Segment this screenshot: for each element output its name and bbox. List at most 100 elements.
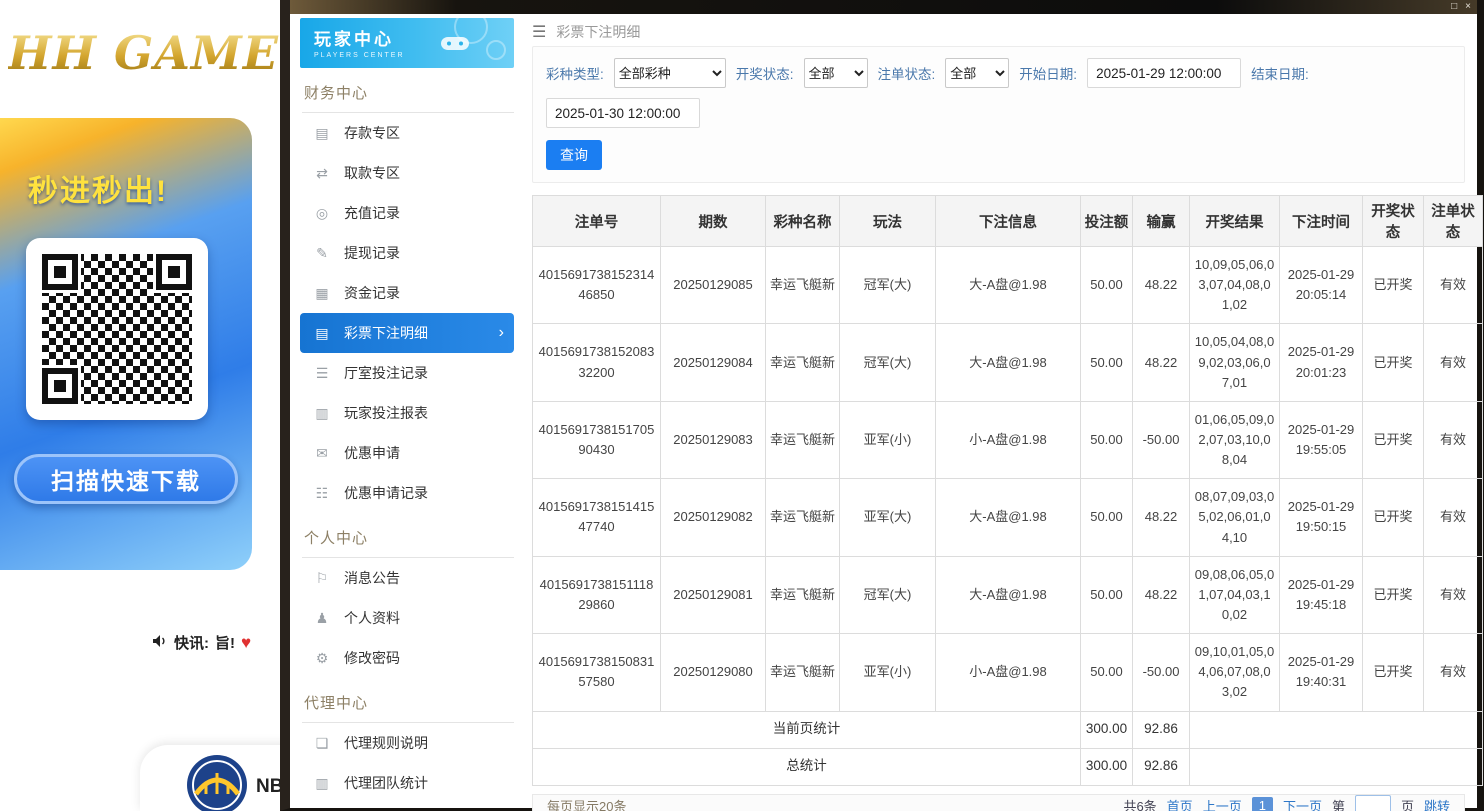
- sidebar-item-withdrawal-records[interactable]: ✎ 提现记录: [300, 233, 514, 273]
- cell-time: 2025-01-29 19:45:18: [1280, 556, 1363, 633]
- decor-ring: [486, 40, 506, 60]
- sidebar-item-profile[interactable]: ♟ 个人资料: [300, 598, 514, 638]
- cell-bet-no: 401569173815170590430: [533, 401, 661, 478]
- cell-period: 20250129085: [661, 247, 766, 324]
- heart-icon: ♥: [241, 633, 251, 653]
- jump-suffix: 页: [1401, 796, 1414, 811]
- cell-time: 2025-01-29 19:55:05: [1280, 401, 1363, 478]
- sidebar-item-change-password[interactable]: ⚙ 修改密码: [300, 638, 514, 678]
- news-ticker: 快讯: 旨! ♥: [152, 632, 251, 653]
- cell-draw-status: 已开奖: [1363, 401, 1424, 478]
- cell-bet-status: 有效: [1424, 324, 1483, 401]
- cell-bet-status: 有效: [1424, 479, 1483, 556]
- sidebar-item-label: 玩家投注报表: [344, 403, 428, 423]
- sidebar-item-label: 彩票下注明细: [344, 323, 428, 343]
- prev-page-link[interactable]: 上一页: [1203, 796, 1242, 811]
- sidebar-subtitle: PLAYERS CENTER: [314, 52, 514, 59]
- sidebar-item-recharge-records[interactable]: ◎ 充值记录: [300, 193, 514, 233]
- end-date-input[interactable]: [546, 98, 700, 128]
- sidebar-item-lottery-bet-details[interactable]: ▤ 彩票下注明细 ›: [300, 313, 514, 353]
- report-icon: ▥: [314, 405, 330, 422]
- sidebar-item-announcements[interactable]: ⚐ 消息公告: [300, 558, 514, 598]
- withdraw-icon: ⇄: [314, 165, 330, 182]
- lottery-type-select[interactable]: 全部彩种: [614, 58, 726, 88]
- chart-icon: ▥: [314, 775, 330, 792]
- sidebar-item-withdraw[interactable]: ⇄ 取款专区: [300, 153, 514, 193]
- ticker-label: 快讯:: [174, 632, 209, 653]
- start-date-input[interactable]: [1087, 58, 1241, 88]
- sidebar-item-label: 存款专区: [344, 123, 400, 143]
- sidebar-item-label: 资金记录: [344, 283, 400, 303]
- cell-time: 2025-01-29 20:01:23: [1280, 324, 1363, 401]
- sidebar-item-label: 个人资料: [344, 608, 400, 628]
- menu-icon[interactable]: ☰: [532, 22, 546, 42]
- end-date-label: 结束日期:: [1251, 63, 1309, 83]
- cell-result: 10,09,05,06,03,07,04,08,01,02: [1190, 247, 1280, 324]
- sidebar-item-promo-apply[interactable]: ✉ 优惠申请: [300, 433, 514, 473]
- summary-label: 当前页统计: [533, 711, 1081, 748]
- section-title-finance: 财务中心: [302, 82, 514, 113]
- maximize-icon[interactable]: □: [1451, 0, 1457, 14]
- cell-bet-status: 有效: [1424, 401, 1483, 478]
- cell-play: 亚军(大): [840, 479, 936, 556]
- cell-bet-no: 401569173815141547740: [533, 479, 661, 556]
- cell-bet-no: 401569173815231446850: [533, 247, 661, 324]
- sidebar-item-deposit[interactable]: ▤ 存款专区: [300, 113, 514, 153]
- col-period: 期数: [661, 196, 766, 247]
- cell-bet-no: 401569173815208332200: [533, 324, 661, 401]
- background-page: HH GAME 秒进秒出! 扫描快速下载 快讯: 旨! ♥ NB: [0, 0, 290, 811]
- sidebar-item-promo-apply-records[interactable]: ☷ 优惠申请记录: [300, 473, 514, 513]
- jump-button[interactable]: 跳转: [1424, 796, 1450, 811]
- page-jump-input[interactable]: [1355, 795, 1391, 811]
- speaker-icon: [152, 634, 168, 652]
- cell-bet-no: 401569173815111829860: [533, 556, 661, 633]
- page-header: ☰ 彩票下注明细: [532, 22, 1465, 42]
- sidebar-item-player-bet-report[interactable]: ▥ 玩家投注报表: [300, 393, 514, 433]
- hall-records-icon: ☰: [314, 365, 330, 382]
- cell-time: 2025-01-29 20:05:14: [1280, 247, 1363, 324]
- col-play: 玩法: [840, 196, 936, 247]
- players-center-window: □ × 玩家中心 PLAYERS CENTER 财务中心 ▤ 存款专区 ⇄ 取款…: [280, 0, 1484, 811]
- scan-download-button[interactable]: 扫描快速下载: [14, 454, 238, 504]
- table-row: 401569173815231446850 20250129085 幸运飞艇新 …: [533, 247, 1483, 324]
- table-row: 401569173815141547740 20250129082 幸运飞艇新 …: [533, 479, 1483, 556]
- cell-play: 亚军(小): [840, 401, 936, 478]
- col-bet-no: 注单号: [533, 196, 661, 247]
- sidebar-item-label: 提现记录: [344, 243, 400, 263]
- cell-winloss: 48.22: [1133, 324, 1190, 401]
- cell-draw-status: 已开奖: [1363, 479, 1424, 556]
- bet-status-label: 注单状态:: [878, 63, 936, 83]
- cell-time: 2025-01-29 19:40:31: [1280, 634, 1363, 711]
- search-button[interactable]: 查询: [546, 140, 602, 170]
- gear-icon: ⚙: [314, 650, 330, 667]
- close-icon[interactable]: ×: [1465, 0, 1471, 14]
- first-page-link[interactable]: 首页: [1167, 796, 1193, 811]
- summary-amount: 300.00: [1081, 748, 1133, 785]
- next-page-link[interactable]: 下一页: [1283, 796, 1322, 811]
- cell-winloss: 48.22: [1133, 556, 1190, 633]
- col-draw-status: 开奖状态: [1363, 196, 1424, 247]
- table-header-row: 注单号 期数 彩种名称 玩法 下注信息 投注额 输赢 开奖结果 下注时间 开奖状…: [533, 196, 1483, 247]
- cell-lottery: 幸运飞艇新: [766, 324, 840, 401]
- cell-period: 20250129081: [661, 556, 766, 633]
- draw-status-select[interactable]: 全部: [804, 58, 868, 88]
- sidebar-item-label: 优惠申请: [344, 443, 400, 463]
- person-icon: ♟: [314, 610, 330, 627]
- fund-record-icon: ▦: [314, 285, 330, 302]
- cell-amount: 50.00: [1081, 324, 1133, 401]
- sidebar-item-hall-bet-records[interactable]: ☰ 厅室投注记录: [300, 353, 514, 393]
- current-page-badge[interactable]: 1: [1252, 797, 1273, 811]
- bet-details-table: 注单号 期数 彩种名称 玩法 下注信息 投注额 输赢 开奖结果 下注时间 开奖状…: [532, 195, 1483, 786]
- cell-bet-status: 有效: [1424, 247, 1483, 324]
- cell-draw-status: 已开奖: [1363, 556, 1424, 633]
- sidebar-item-fund-records[interactable]: ▦ 资金记录: [300, 273, 514, 313]
- bet-status-select[interactable]: 全部: [945, 58, 1009, 88]
- summary-label: 总统计: [533, 748, 1081, 785]
- cell-time: 2025-01-29 19:50:15: [1280, 479, 1363, 556]
- sidebar-item-agent-rules[interactable]: ❏ 代理规则说明: [300, 723, 514, 763]
- sidebar-item-agent-team-stats[interactable]: ▥ 代理团队统计: [300, 763, 514, 803]
- cell-draw-status: 已开奖: [1363, 247, 1424, 324]
- summary-winloss: 92.86: [1133, 748, 1190, 785]
- cell-winloss: 48.22: [1133, 247, 1190, 324]
- cell-lottery: 幸运飞艇新: [766, 634, 840, 711]
